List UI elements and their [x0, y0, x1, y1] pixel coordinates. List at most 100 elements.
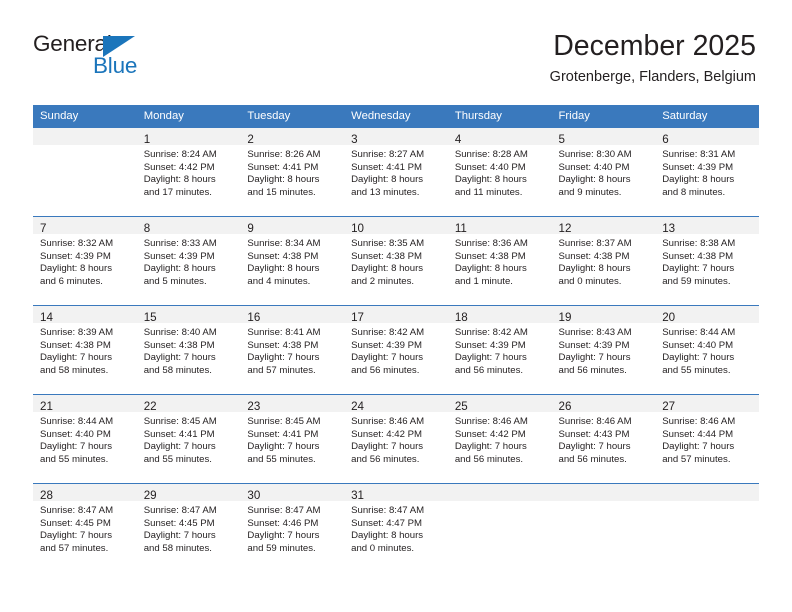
- day-cell[interactable]: 13 Sunrise: 8:38 AM Sunset: 4:38 PM Dayl…: [655, 216, 759, 306]
- day-cell[interactable]: 18 Sunrise: 8:42 AM Sunset: 4:39 PM Dayl…: [447, 305, 552, 395]
- day-number-band: 24: [344, 395, 448, 413]
- daylight-text-line1: Daylight: 7 hours: [40, 441, 112, 453]
- day-number-band: 2: [240, 128, 345, 146]
- day-cell[interactable]: 23 Sunrise: 8:45 AM Sunset: 4:41 PM Dayl…: [240, 394, 345, 484]
- day-cell[interactable]: 3 Sunrise: 8:27 AM Sunset: 4:41 PM Dayli…: [344, 128, 448, 217]
- day-info: Sunrise: 8:24 AM Sunset: 4:42 PM Dayligh…: [137, 145, 241, 199]
- sunset-text: Sunset: 4:41 PM: [247, 161, 319, 173]
- daylight-text-line1: Daylight: 7 hours: [143, 441, 216, 453]
- day-cell[interactable]: 1 Sunrise: 8:24 AM Sunset: 4:42 PM Dayli…: [136, 128, 241, 217]
- sunset-text: Sunset: 4:45 PM: [143, 517, 215, 529]
- day-cell[interactable]: 26 Sunrise: 8:46 AM Sunset: 4:43 PM Dayl…: [551, 394, 656, 484]
- daylight-text-line2: and 56 minutes.: [351, 364, 420, 376]
- sunrise-text: Sunrise: 8:26 AM: [247, 149, 321, 160]
- day-cell[interactable]: 19 Sunrise: 8:43 AM Sunset: 4:39 PM Dayl…: [551, 305, 656, 395]
- sunset-text: Sunset: 4:47 PM: [351, 517, 423, 529]
- day-cell[interactable]: 12 Sunrise: 8:37 AM Sunset: 4:38 PM Dayl…: [551, 216, 656, 306]
- day-number-band: 4: [447, 128, 552, 146]
- day-number: 12: [558, 222, 572, 235]
- day-number: 11: [454, 222, 467, 235]
- day-info: Sunrise: 8:47 AM Sunset: 4:46 PM Dayligh…: [240, 501, 344, 555]
- daylight-text-line1: Daylight: 7 hours: [454, 352, 527, 364]
- daylight-text-line2: and 1 minute.: [454, 275, 513, 287]
- day-cell[interactable]: 4 Sunrise: 8:28 AM Sunset: 4:40 PM Dayli…: [447, 128, 552, 217]
- day-cell[interactable]: 2 Sunrise: 8:26 AM Sunset: 4:41 PM Dayli…: [240, 128, 345, 217]
- calendar-week-row: 14 Sunrise: 8:39 AM Sunset: 4:38 PM Dayl…: [33, 305, 759, 395]
- day-cell[interactable]: 31 Sunrise: 8:47 AM Sunset: 4:47 PM Dayl…: [344, 483, 448, 572]
- day-number-band: 11: [447, 217, 552, 235]
- sunrise-text: Sunrise: 8:43 AM: [558, 327, 632, 338]
- daylight-text-line1: Daylight: 7 hours: [662, 263, 735, 275]
- day-info: Sunrise: 8:33 AM Sunset: 4:39 PM Dayligh…: [137, 234, 241, 288]
- day-info: Sunrise: 8:46 AM Sunset: 4:43 PM Dayligh…: [552, 412, 656, 466]
- day-cell[interactable]: 9 Sunrise: 8:34 AM Sunset: 4:38 PM Dayli…: [240, 216, 345, 306]
- daylight-text-line2: and 57 minutes.: [662, 453, 731, 465]
- daylight-text-line2: and 55 minutes.: [143, 453, 212, 465]
- daylight-text-line2: and 56 minutes.: [454, 364, 524, 376]
- daylight-text-line1: Daylight: 8 hours: [351, 530, 424, 542]
- day-number-band: 3: [344, 128, 448, 146]
- day-cell[interactable]: 16 Sunrise: 8:41 AM Sunset: 4:38 PM Dayl…: [240, 305, 345, 395]
- day-info: Sunrise: 8:46 AM Sunset: 4:42 PM Dayligh…: [344, 412, 448, 466]
- day-number: 22: [143, 400, 157, 413]
- day-info: Sunrise: 8:42 AM Sunset: 4:39 PM Dayligh…: [344, 323, 448, 377]
- sunset-text: Sunset: 4:39 PM: [454, 339, 526, 351]
- day-cell[interactable]: 20 Sunrise: 8:44 AM Sunset: 4:40 PM Dayl…: [655, 305, 759, 395]
- day-cell[interactable]: 28 Sunrise: 8:47 AM Sunset: 4:45 PM Dayl…: [33, 483, 137, 572]
- day-cell[interactable]: 27 Sunrise: 8:46 AM Sunset: 4:44 PM Dayl…: [655, 394, 759, 484]
- day-info: Sunrise: 8:37 AM Sunset: 4:38 PM Dayligh…: [552, 234, 656, 288]
- day-cell[interactable]: 22 Sunrise: 8:45 AM Sunset: 4:41 PM Dayl…: [136, 394, 241, 484]
- day-cell[interactable]: 17 Sunrise: 8:42 AM Sunset: 4:39 PM Dayl…: [344, 305, 448, 395]
- day-cell[interactable]: 24 Sunrise: 8:46 AM Sunset: 4:42 PM Dayl…: [344, 394, 448, 484]
- sunset-text: Sunset: 4:38 PM: [454, 250, 526, 262]
- day-cell[interactable]: 11 Sunrise: 8:36 AM Sunset: 4:38 PM Dayl…: [447, 216, 552, 306]
- day-number: 2: [247, 133, 254, 146]
- day-cell[interactable]: 30 Sunrise: 8:47 AM Sunset: 4:46 PM Dayl…: [240, 483, 345, 572]
- day-number-band: 22: [136, 395, 241, 413]
- day-number-band: 23: [240, 395, 345, 413]
- day-number-band: 10: [344, 217, 448, 235]
- day-number: 16: [247, 311, 261, 324]
- sunrise-text: Sunrise: 8:44 AM: [40, 416, 114, 427]
- day-number-band: 27: [655, 395, 759, 413]
- day-info: Sunrise: 8:46 AM Sunset: 4:42 PM Dayligh…: [448, 412, 552, 466]
- day-info: Sunrise: 8:32 AM Sunset: 4:39 PM Dayligh…: [33, 234, 137, 288]
- day-number: 18: [454, 311, 468, 324]
- page-subtitle: Grotenberge, Flanders, Belgium: [549, 68, 756, 85]
- day-number: 8: [143, 222, 151, 235]
- day-number-band: 13: [655, 217, 759, 235]
- weekday-header-friday: Friday: [551, 105, 656, 128]
- day-number: 15: [143, 311, 157, 324]
- weekday-header-thursday: Thursday: [447, 105, 552, 128]
- day-cell[interactable]: 14 Sunrise: 8:39 AM Sunset: 4:38 PM Dayl…: [33, 305, 137, 395]
- sunrise-text: Sunrise: 8:40 AM: [143, 327, 217, 338]
- daylight-text-line1: Daylight: 7 hours: [558, 441, 631, 453]
- sunset-text: Sunset: 4:43 PM: [558, 428, 630, 440]
- day-cell[interactable]: 21 Sunrise: 8:44 AM Sunset: 4:40 PM Dayl…: [33, 394, 137, 484]
- day-cell[interactable]: 10 Sunrise: 8:35 AM Sunset: 4:38 PM Dayl…: [344, 216, 448, 306]
- daylight-text-line2: and 6 minutes.: [40, 275, 103, 287]
- day-number-band: 30: [240, 484, 345, 502]
- sunset-text: Sunset: 4:45 PM: [40, 517, 111, 529]
- day-cell[interactable]: 15 Sunrise: 8:40 AM Sunset: 4:38 PM Dayl…: [136, 305, 241, 395]
- day-info: Sunrise: 8:47 AM Sunset: 4:45 PM Dayligh…: [33, 501, 137, 555]
- daylight-text-line2: and 56 minutes.: [454, 453, 524, 465]
- daylight-text-line2: and 57 minutes.: [40, 542, 109, 554]
- sunset-text: Sunset: 4:44 PM: [662, 428, 734, 440]
- day-info: Sunrise: 8:43 AM Sunset: 4:39 PM Dayligh…: [552, 323, 656, 377]
- sunrise-text: Sunrise: 8:46 AM: [454, 416, 528, 427]
- daylight-text-line1: Daylight: 8 hours: [247, 263, 320, 275]
- daylight-text-line1: Daylight: 8 hours: [143, 263, 216, 275]
- day-cell[interactable]: 6 Sunrise: 8:31 AM Sunset: 4:39 PM Dayli…: [655, 128, 759, 217]
- day-number-band: [551, 484, 656, 501]
- day-cell[interactable]: 7 Sunrise: 8:32 AM Sunset: 4:39 PM Dayli…: [33, 216, 137, 306]
- day-cell[interactable]: 5 Sunrise: 8:30 AM Sunset: 4:40 PM Dayli…: [551, 128, 656, 217]
- day-number-band: 15: [136, 306, 241, 324]
- sunrise-text: Sunrise: 8:41 AM: [247, 327, 321, 338]
- day-cell[interactable]: 8 Sunrise: 8:33 AM Sunset: 4:39 PM Dayli…: [136, 216, 241, 306]
- day-cell[interactable]: 25 Sunrise: 8:46 AM Sunset: 4:42 PM Dayl…: [447, 394, 552, 484]
- sunset-text: Sunset: 4:40 PM: [558, 161, 630, 173]
- general-blue-logo[interactable]: General Blue: [33, 32, 273, 85]
- day-number-band: 25: [447, 395, 552, 413]
- day-cell[interactable]: 29 Sunrise: 8:47 AM Sunset: 4:45 PM Dayl…: [136, 483, 241, 572]
